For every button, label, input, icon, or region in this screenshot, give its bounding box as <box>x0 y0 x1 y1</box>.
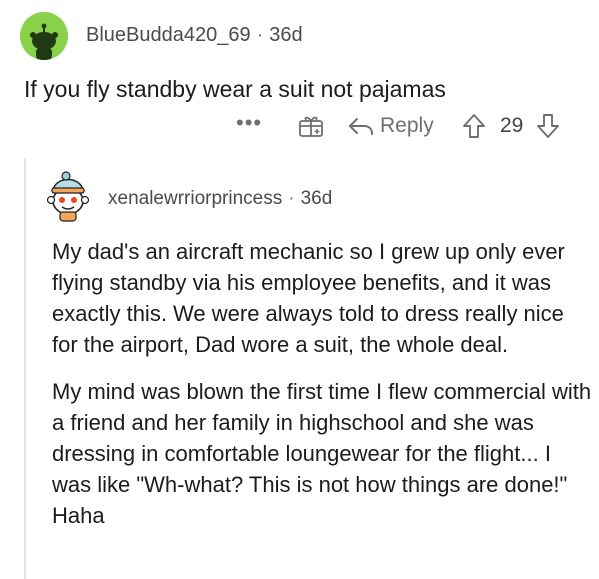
reply-user-avatar[interactable] <box>42 170 94 222</box>
user-avatar[interactable] <box>20 12 68 60</box>
upvote-arrow-icon <box>463 114 485 138</box>
comment-author[interactable]: BlueBudda420_69 <box>86 24 251 46</box>
top-level-comment: BlueBudda420_69 · 36d If you fly standby w… <box>0 0 599 150</box>
separator-dot: · <box>256 24 264 46</box>
snoo-avatar-hat-icon <box>46 171 90 222</box>
more-options-button[interactable]: ••• <box>236 110 262 136</box>
comment-meta: BlueBudda420_69 · 36d <box>86 24 303 47</box>
reply-arrow-icon <box>349 118 373 135</box>
vote-score: 29 <box>500 114 524 137</box>
reply-icon[interactable] <box>348 116 374 142</box>
separator-dot: · <box>288 188 295 209</box>
thread-line[interactable] <box>24 158 26 579</box>
gift-award-icon <box>299 116 323 137</box>
upvote-button[interactable] <box>462 113 486 145</box>
comment-age: 36d <box>269 24 303 46</box>
snoo-avatar-icon <box>20 12 68 60</box>
reply-paragraph: My dad's an aircraft mechanic so I grew … <box>52 239 565 357</box>
downvote-button[interactable] <box>536 113 560 145</box>
reply-body: My dad's an aircraft mechanic so I grew … <box>52 236 592 547</box>
award-button[interactable] <box>298 114 324 144</box>
reply-age: 36d <box>300 188 333 209</box>
downvote-arrow-icon <box>537 114 559 138</box>
comment-actions: ••• Reply 29 <box>230 110 590 142</box>
reply-meta: xenalewrriorprincess · 36d <box>108 188 332 210</box>
reply-paragraph: My mind was blown the first time I flew … <box>52 379 592 528</box>
comment-body: If you fly standby wear a suit not pajam… <box>24 76 446 102</box>
reply-author[interactable]: xenalewrriorprincess <box>108 188 282 209</box>
reply-button[interactable]: Reply <box>380 114 434 138</box>
